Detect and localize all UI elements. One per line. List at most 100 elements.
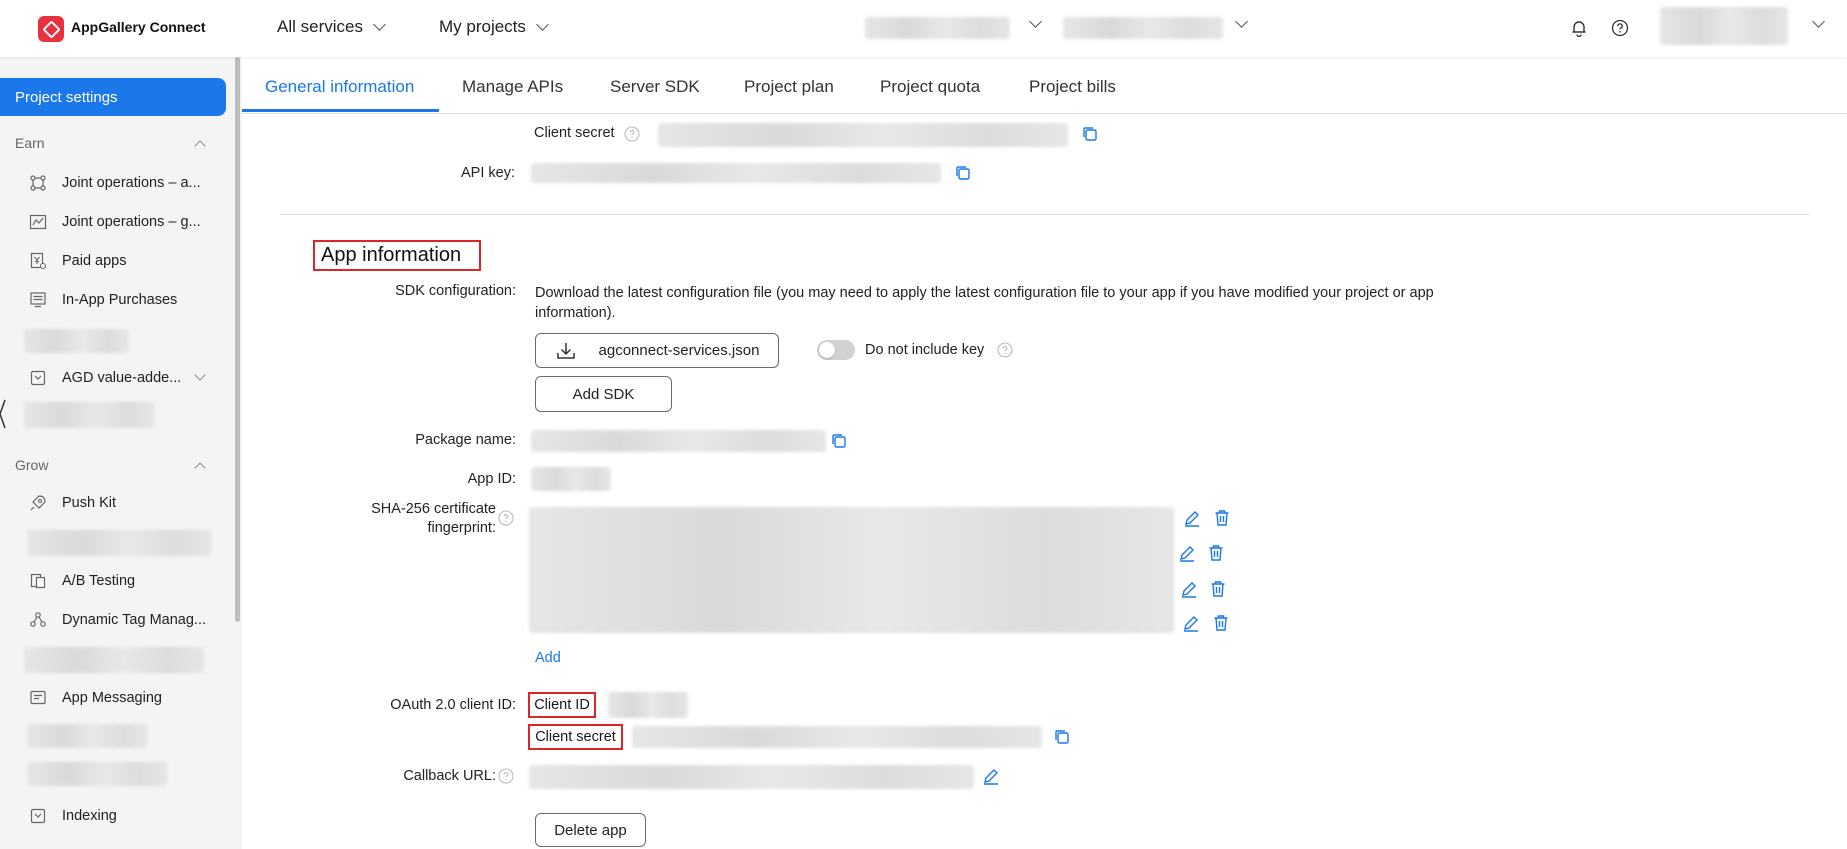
sidebar-item-hidden[interactable]: [27, 762, 167, 786]
delete-icon[interactable]: [1212, 614, 1230, 632]
copy-icon[interactable]: [955, 165, 971, 181]
add-sdk-button[interactable]: Add SDK: [535, 376, 672, 412]
sidebar-item-app-messaging[interactable]: App Messaging: [28, 684, 218, 712]
sidebar-item-push-kit[interactable]: Push Kit: [28, 489, 218, 517]
download-button-label: agconnect-services.json: [598, 342, 760, 359]
sidebar-item-label: Paid apps: [62, 253, 127, 269]
sidebar-item-hidden[interactable]: [24, 647, 204, 673]
api-key-label: API key:: [461, 165, 515, 181]
edit-icon[interactable]: [982, 767, 1000, 785]
copy-icon[interactable]: [1082, 126, 1098, 142]
tag-nodes-icon: [28, 610, 48, 630]
tab-project-bills[interactable]: Project bills: [1029, 77, 1116, 97]
client-id-value: [608, 692, 688, 718]
my-projects-label: My projects: [439, 17, 526, 36]
sha256-label-line2: fingerprint:: [427, 520, 496, 536]
sidebar-item-dynamic-tag-manager[interactable]: Dynamic Tag Manag...: [28, 606, 218, 634]
app-selector[interactable]: [1063, 17, 1223, 39]
sidebar-group-grow[interactable]: Grow: [15, 457, 48, 473]
sidebar-item-agd-value-added[interactable]: AGD value-adde...: [28, 364, 218, 392]
sidebar-item-label: App Messaging: [62, 690, 162, 706]
app-id-value: [531, 467, 611, 491]
active-tab-indicator: [242, 109, 439, 112]
help-icon[interactable]: [624, 126, 640, 142]
appgallery-logo-icon[interactable]: [38, 16, 64, 42]
scrollbar-thumb[interactable]: [235, 57, 240, 622]
sidebar-item-hidden[interactable]: [27, 530, 211, 556]
chevron-up-icon[interactable]: [194, 140, 206, 152]
delete-app-button[interactable]: Delete app: [535, 813, 646, 847]
tab-manage-apis[interactable]: Manage APIs: [462, 77, 563, 97]
api-key-value: [531, 163, 941, 183]
do-not-include-key-toggle[interactable]: [817, 340, 855, 360]
copy-icon[interactable]: [831, 433, 847, 449]
chevron-down-icon: [536, 18, 549, 31]
tab-project-plan[interactable]: Project plan: [744, 77, 834, 97]
sidebar-group-earn[interactable]: Earn: [15, 135, 45, 151]
chevron-up-icon[interactable]: [194, 462, 206, 474]
oauth-client-id-label: OAuth 2.0 client ID:: [390, 697, 516, 713]
package-icon: [28, 806, 48, 826]
sha256-label: SHA-256 certificate fingerprint:: [340, 500, 496, 538]
sidebar-scrollbar[interactable]: [232, 57, 242, 849]
client-secret-label: Client secret: [528, 724, 623, 750]
sidebar-item-hidden[interactable]: [27, 724, 147, 748]
package-name-label: Package name:: [415, 432, 516, 448]
bell-icon[interactable]: [1570, 19, 1588, 37]
sidebar-item-joint-operations-a[interactable]: Joint operations – a...: [28, 169, 218, 197]
ab-test-icon: [28, 571, 48, 591]
tab-general-information[interactable]: General information: [265, 77, 414, 97]
all-services-menu[interactable]: All services: [277, 17, 386, 37]
sidebar-item-label: Push Kit: [62, 495, 116, 511]
sidebar-item-in-app-purchases[interactable]: In-App Purchases: [28, 286, 218, 314]
edit-icon[interactable]: [1182, 614, 1200, 632]
sdk-description: Download the latest configuration file (…: [535, 285, 1434, 321]
project-selector[interactable]: [865, 17, 1010, 39]
delete-icon[interactable]: [1207, 544, 1225, 562]
section-divider: [280, 214, 1810, 215]
package-icon: [28, 368, 48, 388]
chevron-down-icon[interactable]: [1029, 15, 1042, 28]
tab-bar: General information Manage APIs Server S…: [242, 57, 1847, 114]
chevron-down-icon[interactable]: [1812, 15, 1825, 28]
edit-icon[interactable]: [1183, 509, 1201, 527]
app-title[interactable]: AppGallery Connect: [71, 19, 206, 35]
callback-url-value: [529, 765, 974, 789]
delete-icon[interactable]: [1209, 580, 1227, 598]
help-icon[interactable]: [498, 768, 514, 784]
my-projects-menu[interactable]: My projects: [439, 17, 549, 37]
chevron-down-icon: [373, 18, 386, 31]
sidebar-item-project-settings[interactable]: Project settings: [0, 78, 226, 116]
sidebar-item-hidden[interactable]: [24, 329, 129, 353]
add-fingerprint-link[interactable]: Add: [535, 650, 561, 666]
chevron-down-icon[interactable]: [1235, 15, 1248, 28]
edit-icon[interactable]: [1180, 580, 1198, 598]
top-bar: AppGallery Connect All services My proje…: [0, 0, 1847, 57]
help-icon[interactable]: [1611, 19, 1629, 37]
delete-icon[interactable]: [1213, 509, 1231, 527]
sidebar-item-label: In-App Purchases: [62, 292, 178, 308]
all-services-label: All services: [277, 17, 363, 36]
sidebar-item-label: Joint operations – a...: [62, 175, 201, 191]
package-name-value: [531, 430, 826, 452]
sidebar-item-ab-testing[interactable]: A/B Testing: [28, 567, 218, 595]
download-config-button[interactable]: agconnect-services.json: [535, 333, 779, 368]
sidebar-item-paid-apps[interactable]: Paid apps: [28, 247, 218, 275]
callback-url-label: Callback URL:: [403, 768, 496, 784]
sidebar-item-joint-operations-g[interactable]: Joint operations – g...: [28, 208, 218, 236]
rocket-icon: [28, 493, 48, 513]
app-id-label: App ID:: [467, 471, 516, 487]
help-icon[interactable]: [498, 510, 514, 526]
collapse-arrow-icon[interactable]: [0, 396, 6, 432]
help-icon[interactable]: [997, 342, 1013, 358]
tab-project-quota[interactable]: Project quota: [880, 77, 980, 97]
copy-icon[interactable]: [1054, 729, 1070, 745]
sidebar-item-indexing[interactable]: Indexing: [28, 802, 218, 830]
network-icon: [28, 173, 48, 193]
tab-server-sdk[interactable]: Server SDK: [610, 77, 700, 97]
edit-icon[interactable]: [1178, 544, 1196, 562]
sidebar-item-label: A/B Testing: [62, 573, 136, 589]
user-account-avatar[interactable]: [1660, 7, 1788, 45]
monitor-icon: [28, 290, 48, 310]
sidebar-item-hidden[interactable]: [24, 402, 154, 428]
